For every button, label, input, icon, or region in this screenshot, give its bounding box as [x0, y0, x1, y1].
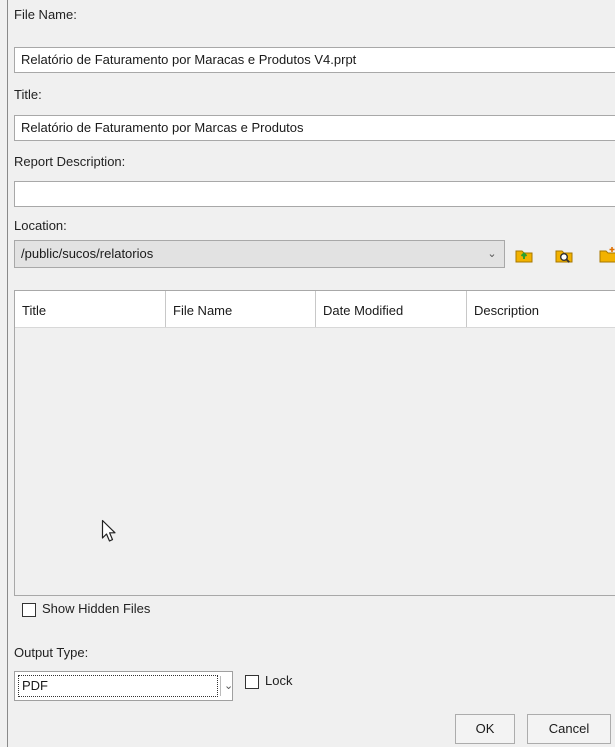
- location-value: /public/sucos/relatorios: [21, 246, 154, 261]
- title-label: Title:: [14, 87, 42, 102]
- file-name-label: File Name:: [14, 7, 77, 22]
- lock-label[interactable]: Lock: [265, 673, 292, 688]
- browse-folder-icon[interactable]: [554, 246, 574, 264]
- ok-button[interactable]: OK: [455, 714, 515, 744]
- location-label: Location:: [14, 218, 67, 233]
- column-header-title[interactable]: Title: [15, 291, 166, 327]
- show-hidden-files-label[interactable]: Show Hidden Files: [42, 601, 150, 616]
- column-header-date-modified[interactable]: Date Modified: [316, 291, 467, 327]
- title-field[interactable]: Relatório de Faturamento por Marcas e Pr…: [14, 115, 615, 141]
- chevron-down-icon[interactable]: ⌄: [484, 241, 500, 267]
- file-table[interactable]: Title File Name Date Modified Descriptio…: [14, 290, 615, 596]
- new-folder-icon[interactable]: [598, 246, 615, 264]
- lock-checkbox[interactable]: [245, 675, 259, 689]
- report-description-label: Report Description:: [14, 154, 126, 169]
- file-name-field[interactable]: Relatório de Faturamento por Maracas e P…: [14, 47, 615, 73]
- output-type-select[interactable]: PDF ⌄: [14, 671, 233, 701]
- column-header-file-name[interactable]: File Name: [166, 291, 316, 327]
- select-divider: [220, 676, 221, 696]
- cancel-button[interactable]: Cancel: [527, 714, 611, 744]
- location-combo[interactable]: /public/sucos/relatorios ⌄: [14, 240, 505, 268]
- output-type-value: PDF: [18, 675, 218, 697]
- chevron-down-icon[interactable]: ⌄: [224, 672, 234, 700]
- show-hidden-files-checkbox[interactable]: [22, 603, 36, 617]
- table-header: Title File Name Date Modified Descriptio…: [15, 291, 615, 328]
- folder-up-icon[interactable]: [514, 246, 534, 264]
- mouse-cursor-icon: [101, 519, 116, 542]
- output-type-label: Output Type:: [14, 645, 89, 660]
- report-description-field[interactable]: [14, 181, 615, 207]
- column-header-description[interactable]: Description: [467, 291, 615, 327]
